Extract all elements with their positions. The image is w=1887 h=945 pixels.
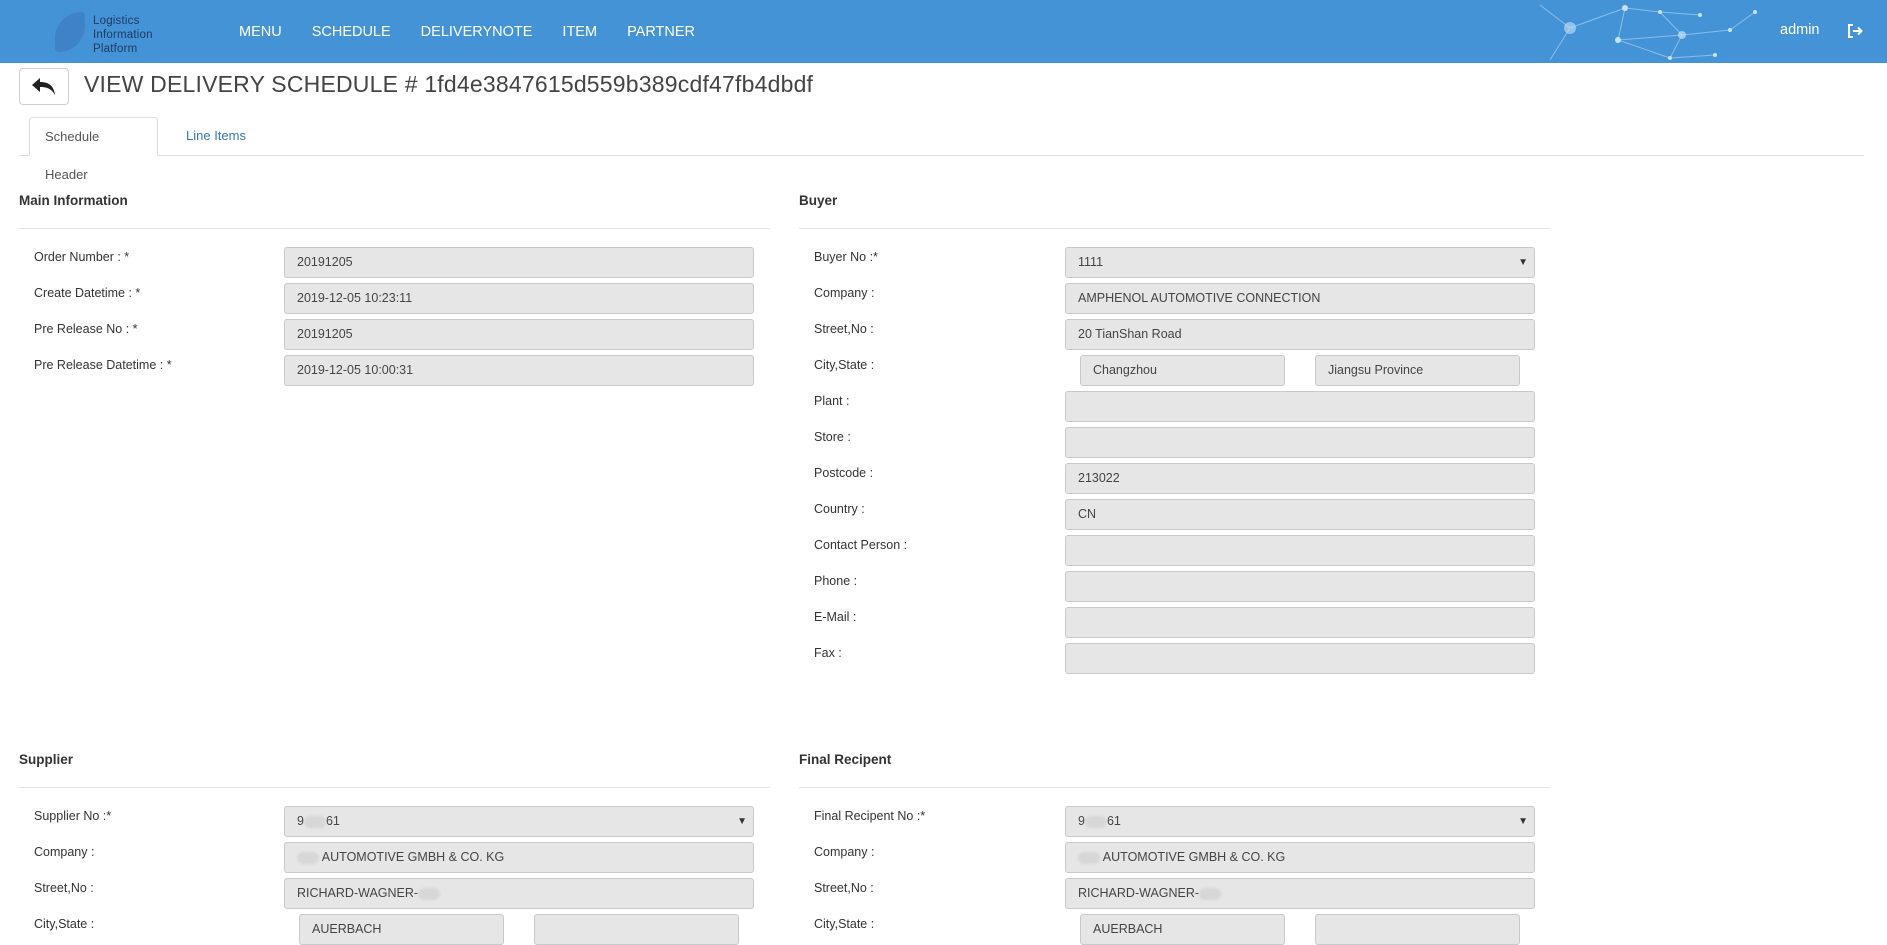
nav-item[interactable]: ITEM (562, 24, 597, 40)
logo-line: Information (93, 29, 153, 41)
top-navbar: Logistics Information Platform MENU SCHE… (0, 0, 1887, 63)
buyer-fax-field[interactable] (1065, 643, 1535, 674)
final-recipient-no-select[interactable]: 9 61 ▼ (1065, 806, 1535, 837)
buyer-company-field[interactable]: AMPHENOL AUTOMOTIVE CONNECTION (1065, 283, 1535, 314)
supplier-no-select[interactable]: 9 61 ▼ (284, 806, 754, 837)
final-recipient-state-field[interactable] (1315, 914, 1520, 945)
supplier-no-end: 61 (325, 814, 340, 828)
final-recipient-no-label: Final Recipent No :* (814, 809, 926, 823)
section-divider (799, 228, 1550, 229)
caret-down-icon: ▼ (1518, 257, 1528, 268)
leaf-logo-icon (55, 12, 85, 52)
final-recipient-company-value: AUTOMOTIVE GMBH & CO. KG (1102, 850, 1286, 864)
redacted-mark (1078, 851, 1100, 864)
final-recipient-city-state-label: City,State : (814, 917, 875, 931)
buyer-no-label: Buyer No :* (814, 250, 878, 264)
order-number-label: Order Number : * (34, 250, 130, 264)
page-title: VIEW DELIVERY SCHEDULE # 1fd4e3847615d55… (84, 71, 814, 97)
order-number-field[interactable]: 20191205 (284, 247, 754, 278)
buyer-company-label: Company : (814, 286, 875, 300)
supplier-no-label: Supplier No :* (34, 809, 112, 823)
buyer-postcode-label: Postcode : (814, 466, 874, 480)
create-datetime-label: Create Datetime : * (34, 286, 141, 300)
pre-release-no-field[interactable]: 20191205 (284, 319, 754, 350)
buyer-city-field[interactable]: Changzhou (1080, 355, 1285, 386)
final-recipient-no-start: 9 (1078, 814, 1085, 828)
logout-icon[interactable] (1846, 22, 1864, 40)
buyer-no-select[interactable]: 1111 ▼ (1065, 247, 1535, 278)
pre-release-datetime-label: Pre Release Datetime : * (34, 358, 172, 372)
reply-arrow-icon (32, 77, 55, 95)
buyer-store-field[interactable] (1065, 427, 1535, 458)
final-recipient-company-label: Company : (814, 845, 875, 859)
final-recipient-no-end: 61 (1106, 814, 1121, 828)
section-title-supplier: Supplier (19, 752, 74, 767)
buyer-store-label: Store : (814, 430, 851, 444)
supplier-street-field[interactable]: RICHARD-WAGNER- (284, 878, 754, 909)
logo-line: Platform (93, 43, 138, 55)
supplier-no-start: 9 (297, 814, 304, 828)
supplier-city-field[interactable]: AUERBACH (299, 914, 504, 945)
buyer-country-field[interactable]: CN (1065, 499, 1535, 530)
logo-line: Logistics (93, 15, 140, 27)
buyer-country-label: Country : (814, 502, 865, 516)
buyer-email-label: E-Mail : (814, 610, 857, 624)
back-button[interactable] (19, 68, 69, 105)
buyer-contact-label: Contact Person : (814, 538, 908, 552)
buyer-plant-label: Plant : (814, 394, 850, 408)
section-title-final-recipient: Final Recipent (799, 752, 892, 767)
final-recipient-street-value: RICHARD-WAGNER- (1078, 886, 1200, 900)
supplier-city-state-label: City,State : (34, 917, 95, 931)
section-divider (19, 228, 770, 229)
final-recipient-street-field[interactable]: RICHARD-WAGNER- (1065, 878, 1535, 909)
buyer-state-field[interactable]: Jiangsu Province (1315, 355, 1520, 386)
caret-down-icon: ▼ (737, 816, 747, 827)
nav-partner[interactable]: PARTNER (627, 24, 695, 40)
user-name[interactable]: admin (1780, 22, 1820, 38)
section-title-buyer: Buyer (799, 193, 838, 208)
pre-release-no-label: Pre Release No : * (34, 322, 138, 336)
platform-logo[interactable]: Logistics Information Platform (55, 12, 175, 56)
final-recipient-city-field[interactable]: AUERBACH (1080, 914, 1285, 945)
logo-text: Logistics Information Platform (93, 14, 153, 56)
redacted-mark (303, 815, 326, 828)
nav-menu[interactable]: MENU (239, 24, 282, 40)
buyer-email-field[interactable] (1065, 607, 1535, 638)
buyer-phone-field[interactable] (1065, 571, 1535, 602)
section-divider (799, 787, 1550, 788)
caret-down-icon: ▼ (1518, 816, 1528, 827)
pre-release-datetime-field[interactable]: 2019-12-05 10:00:31 (284, 355, 754, 386)
create-datetime-field[interactable]: 2019-12-05 10:23:11 (284, 283, 754, 314)
supplier-street-label: Street,No : (34, 881, 94, 895)
buyer-city-state-label: City,State : (814, 358, 875, 372)
supplier-company-label: Company : (34, 845, 95, 859)
buyer-street-label: Street,No : (814, 322, 874, 336)
nav-deliverynote[interactable]: DELIVERYNOTE (421, 24, 533, 40)
tab-line-items[interactable]: Line Items (171, 117, 261, 156)
redacted-mark (297, 851, 319, 864)
supplier-company-value: AUTOMOTIVE GMBH & CO. KG (321, 850, 505, 864)
buyer-no-value: 1111 (1078, 255, 1104, 269)
buyer-plant-field[interactable] (1065, 391, 1535, 422)
buyer-postcode-field[interactable]: 213022 (1065, 463, 1535, 494)
network-decoration-icon (1539, 4, 1757, 61)
buyer-contact-field[interactable] (1065, 535, 1535, 566)
section-title-main-information: Main Information (19, 193, 128, 208)
buyer-fax-label: Fax : (814, 646, 842, 660)
final-recipient-street-label: Street,No : (814, 881, 874, 895)
tabs-divider (19, 155, 1864, 156)
main-nav: MENU SCHEDULE DELIVERYNOTE ITEM PARTNER (239, 0, 725, 63)
tab-schedule-header[interactable]: Schedule Header (29, 117, 158, 182)
redacted-mark (1199, 887, 1222, 900)
buyer-street-field[interactable]: 20 TianShan Road (1065, 319, 1535, 350)
buyer-phone-label: Phone : (814, 574, 858, 588)
section-divider (19, 787, 770, 788)
redacted-mark (418, 887, 441, 900)
redacted-mark (1084, 815, 1107, 828)
nav-schedule[interactable]: SCHEDULE (312, 24, 391, 40)
final-recipient-company-field[interactable]: AUTOMOTIVE GMBH & CO. KG (1065, 842, 1535, 873)
supplier-company-field[interactable]: AUTOMOTIVE GMBH & CO. KG (284, 842, 754, 873)
supplier-street-value: RICHARD-WAGNER- (297, 886, 419, 900)
supplier-state-field[interactable] (534, 914, 739, 945)
